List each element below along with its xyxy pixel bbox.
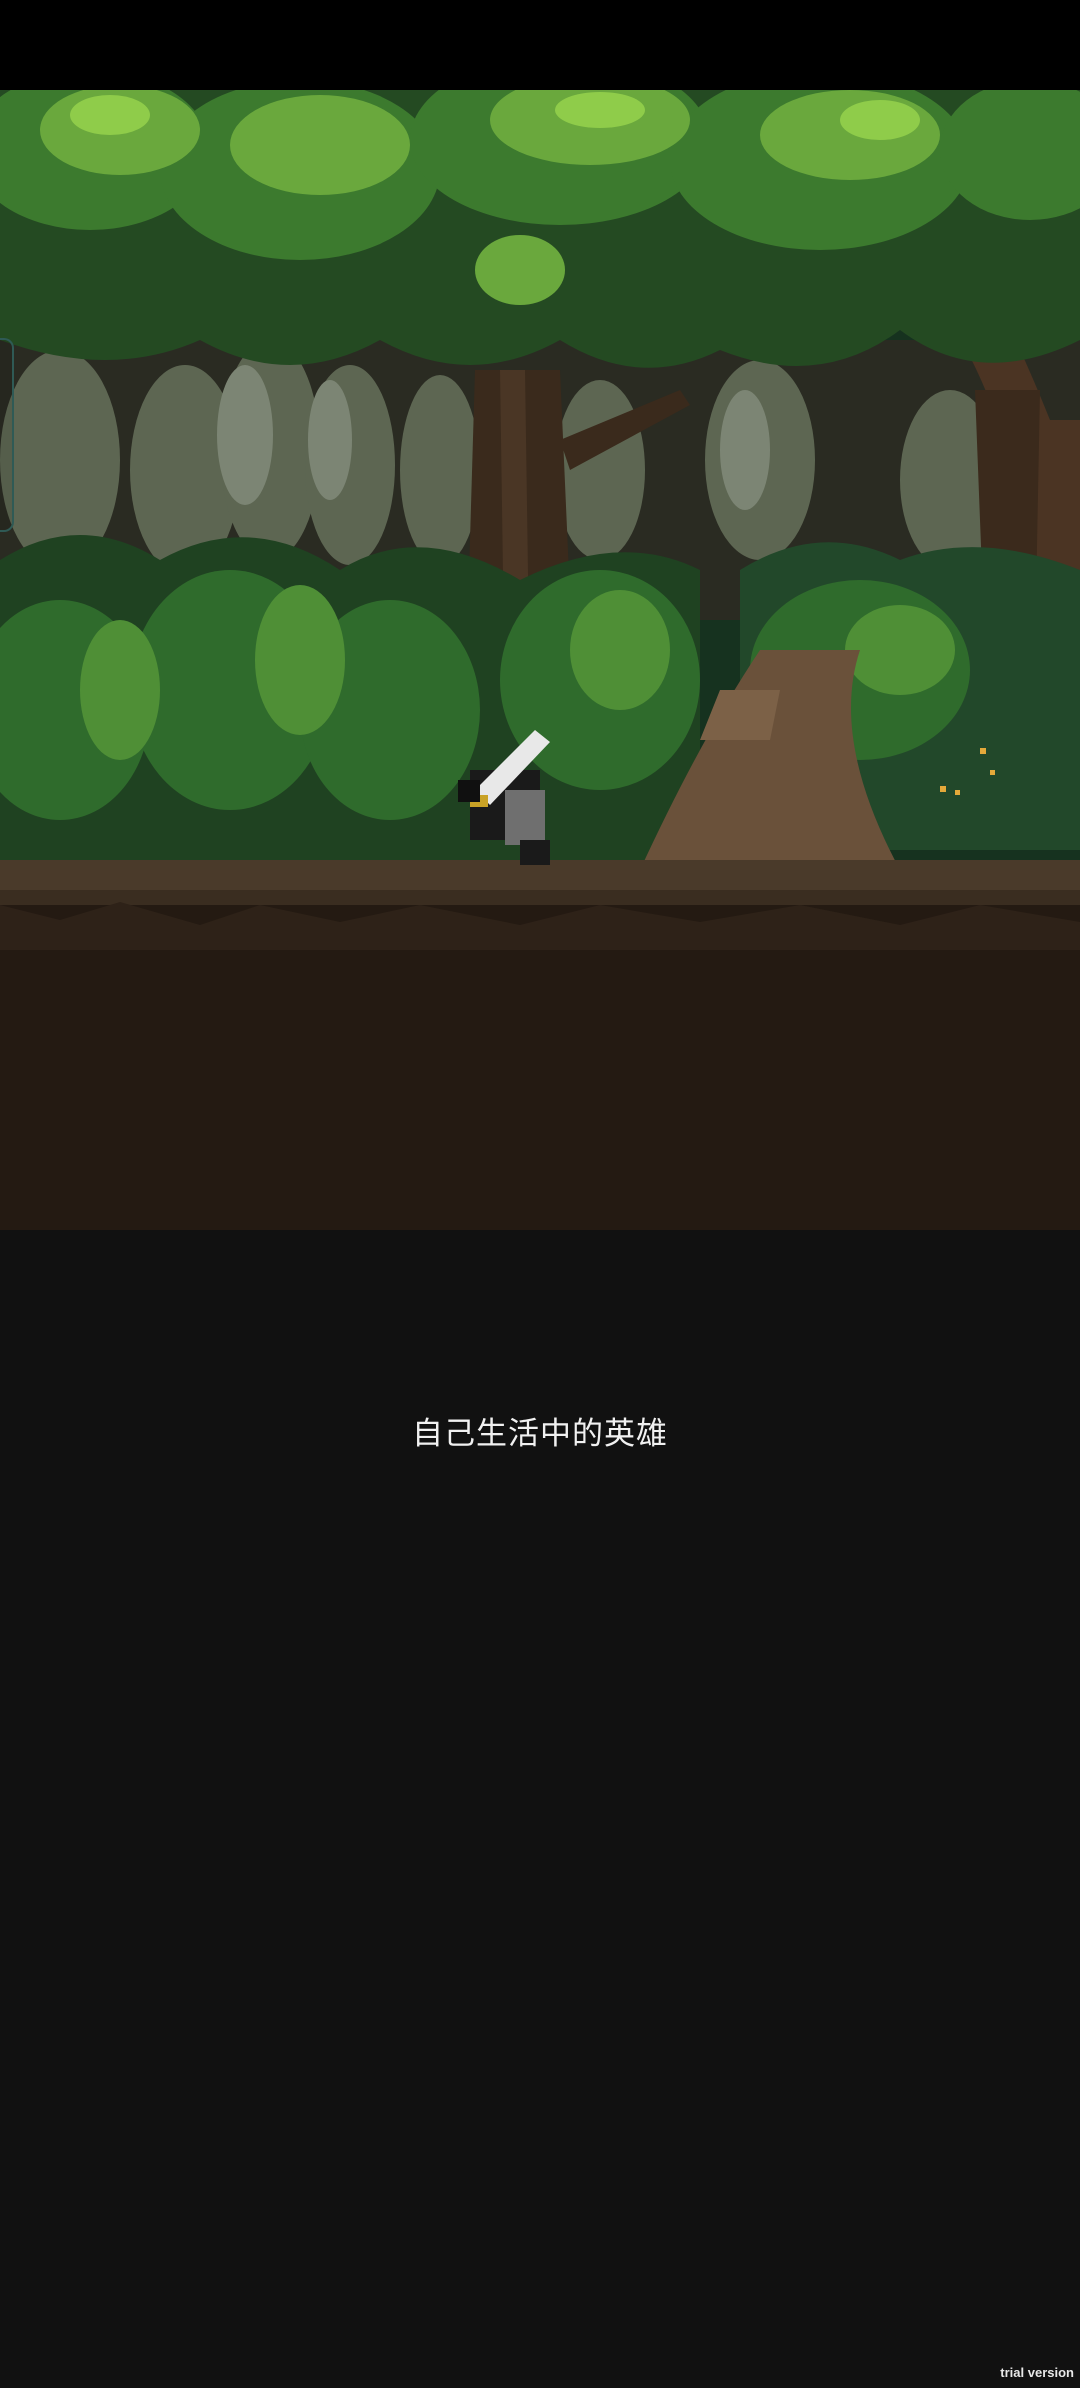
- tagline-text: 自己生活中的英雄: [412, 1416, 668, 1452]
- forest-scene: [0, 90, 1080, 1230]
- side-drawer-handle[interactable]: [0, 338, 14, 532]
- forest-illustration: [0, 90, 1080, 1230]
- trial-version-watermark: trial version: [1000, 2365, 1074, 2380]
- top-black-bar: [0, 0, 1080, 90]
